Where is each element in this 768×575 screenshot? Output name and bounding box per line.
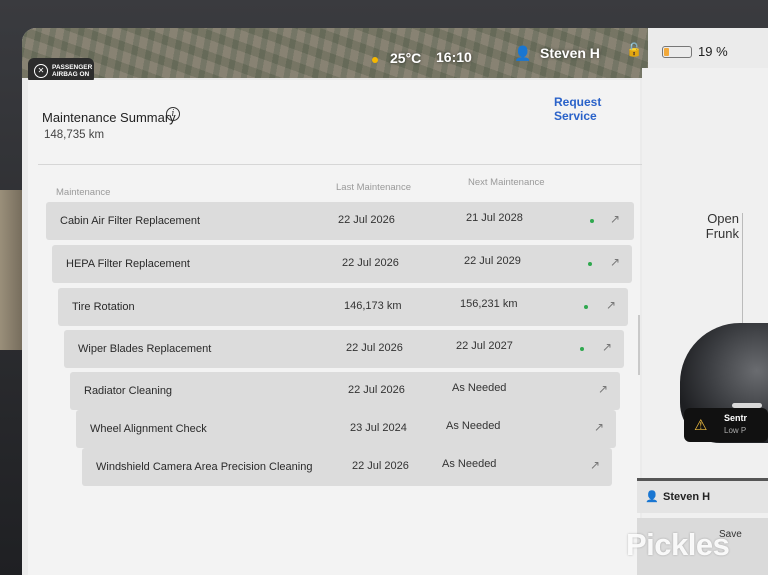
sentry-subtitle: Low P (724, 426, 747, 435)
profile-card[interactable]: 👤 Steven H (637, 478, 768, 513)
status-ok-dot (588, 262, 592, 266)
next-maintenance-value: As Needed (446, 420, 501, 432)
next-maintenance-value: 22 Jul 2029 (464, 255, 521, 267)
odometer: 148,735 km (44, 129, 105, 141)
sun-icon (372, 57, 378, 63)
touchscreen: ✕ PASSENGER AIRBAG ON 25°C 16:10 👤 Steve… (22, 28, 768, 575)
battery-fill (664, 47, 669, 56)
user-profile-icon[interactable]: 👤 (514, 45, 531, 62)
maintenance-row[interactable]: Windshield Camera Area Precision Cleanin… (82, 448, 612, 486)
open-detail-arrow-icon[interactable]: ↗ (594, 420, 604, 434)
profile-name: Steven H (663, 491, 711, 503)
open-detail-arrow-icon[interactable]: ↗ (610, 212, 620, 226)
watermark-logo: Pickles (626, 527, 730, 562)
last-maintenance-value: 146,173 km (344, 300, 402, 312)
maintenance-item-name: Radiator Cleaning (84, 385, 173, 397)
maintenance-row[interactable]: Wiper Blades Replacement 22 Jul 2026 22 Ju… (64, 330, 624, 368)
airbag-line1: PASSENGER (52, 63, 93, 71)
column-header-last-maintenance: Last Maintenance (336, 182, 411, 193)
next-maintenance-value: 156,231 km (460, 298, 518, 310)
battery-indicator: 19 % (662, 44, 728, 59)
maintenance-item-name: Wiper Blades Replacement (78, 343, 212, 355)
frunk-label-line2: Frunk (705, 226, 739, 241)
status-ok-dot (590, 219, 594, 223)
airbag-line2: AIRBAG ON (52, 71, 90, 78)
open-detail-arrow-icon[interactable]: ↗ (598, 382, 608, 396)
last-maintenance-value: 22 Jul 2026 (338, 214, 395, 226)
maintenance-item-name: HEPA Filter Replacement (66, 258, 190, 270)
battery-icon (662, 45, 692, 58)
maintenance-row[interactable]: Tire Rotation 146,173 km 156,231 km ↗ (58, 288, 628, 326)
airbag-off-icon: ✕ (34, 64, 48, 78)
open-detail-arrow-icon[interactable]: ↗ (606, 298, 616, 312)
maintenance-row[interactable]: Cabin Air Filter Replacement 22 Jul 2026 2… (46, 202, 634, 240)
warning-icon: ⚠ (694, 417, 708, 434)
open-detail-arrow-icon[interactable]: ↗ (590, 458, 600, 472)
status-ok-dot (584, 305, 588, 309)
maintenance-row[interactable]: Wheel Alignment Check 23 Jul 2024 As Neede… (76, 410, 616, 448)
maintenance-item-name: Tire Rotation (72, 301, 135, 313)
open-frunk-button[interactable]: Open Frunk (682, 211, 739, 241)
frunk-label-line1: Open (707, 211, 739, 226)
last-maintenance-value: 22 Jul 2026 (352, 460, 409, 472)
divider (38, 164, 642, 165)
column-header-next-maintenance: Next Maintenance (468, 177, 545, 188)
maintenance-row[interactable]: Radiator Cleaning 22 Jul 2026 As Needed ↗ (70, 372, 620, 410)
maintenance-summary-title: Maintenance Summary (42, 110, 176, 125)
outside-temperature: 25°C (390, 50, 422, 66)
next-maintenance-value: As Needed (442, 458, 497, 470)
next-maintenance-value: 21 Jul 2028 (466, 212, 523, 224)
lock-icon[interactable]: 🔓 (626, 42, 642, 58)
status-ok-dot (580, 347, 584, 351)
scrollbar[interactable] (638, 315, 640, 375)
driver-profile-name[interactable]: Steven H (540, 45, 600, 61)
last-maintenance-value: 22 Jul 2026 (346, 342, 403, 354)
request-service-button[interactable]: Request Service (554, 95, 640, 123)
open-detail-arrow-icon[interactable]: ↗ (602, 340, 612, 354)
maintenance-row[interactable]: HEPA Filter Replacement 22 Jul 2026 22 Jul… (52, 245, 632, 283)
maintenance-item-name: Cabin Air Filter Replacement (60, 215, 201, 227)
column-header-maintenance: Maintenance (56, 187, 111, 198)
user-icon: 👤 (645, 491, 659, 503)
last-maintenance-value: 22 Jul 2026 (342, 257, 399, 269)
clock: 16:10 (436, 49, 472, 65)
last-maintenance-value: 22 Jul 2026 (348, 384, 405, 396)
open-detail-arrow-icon[interactable]: ↗ (610, 255, 620, 269)
maintenance-item-name: Wheel Alignment Check (90, 423, 207, 435)
last-maintenance-value: 23 Jul 2024 (350, 422, 407, 434)
sentry-mode-alert[interactable]: ⚠ Sentr Low P (684, 408, 768, 442)
status-bar: ✕ PASSENGER AIRBAG ON 25°C 16:10 👤 Steve… (22, 28, 648, 84)
battery-percent: 19 % (698, 44, 728, 59)
info-icon[interactable]: i (166, 107, 180, 121)
next-maintenance-value: As Needed (452, 382, 507, 394)
maintenance-item-name: Windshield Camera Area Precision Cleanin… (96, 461, 313, 473)
maintenance-panel: Maintenance Summary i 148,735 km Request… (28, 80, 642, 575)
sentry-title: Sentr (724, 413, 748, 423)
next-maintenance-value: 22 Jul 2027 (456, 340, 513, 352)
